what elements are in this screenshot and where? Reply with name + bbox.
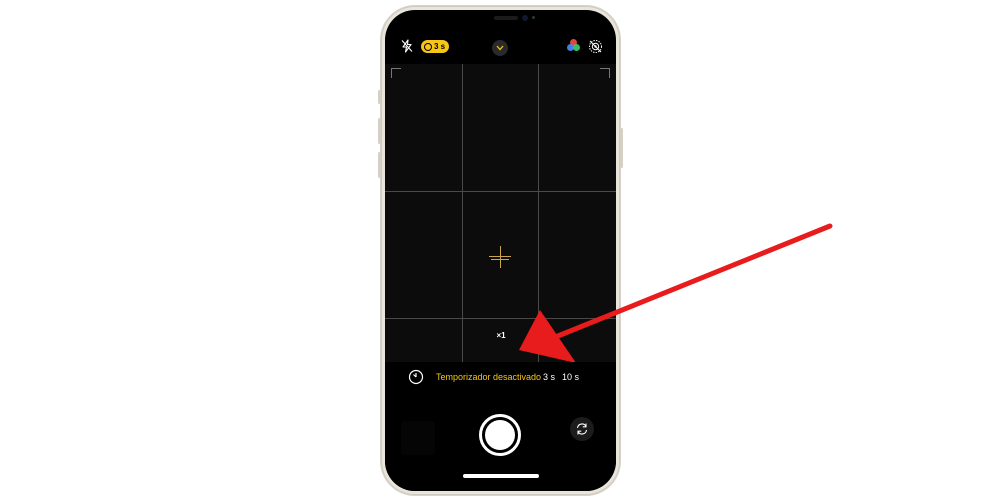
sensor-dot bbox=[532, 16, 535, 19]
grid-line-horizontal-1 bbox=[385, 191, 616, 192]
power-button bbox=[620, 128, 623, 168]
timer-option-3s[interactable]: 3 s bbox=[543, 372, 555, 382]
volume-down-button bbox=[378, 152, 381, 178]
volume-up-button bbox=[378, 118, 381, 144]
live-photo-off-icon[interactable] bbox=[587, 38, 603, 54]
timer-badge-label: 3 s bbox=[434, 42, 446, 51]
timer-options-bar: Temporizador desactivado 3 s 10 s bbox=[385, 362, 616, 392]
level-crosshair-icon bbox=[489, 246, 511, 268]
frame-corner-top-right bbox=[600, 68, 610, 78]
timer-option-off[interactable]: Temporizador desactivado bbox=[436, 372, 541, 382]
frame-corner-top-left bbox=[391, 68, 401, 78]
flash-off-icon[interactable] bbox=[399, 38, 415, 54]
timer-indicator-badge[interactable]: 3 s bbox=[421, 40, 450, 53]
chevron-up-icon[interactable] bbox=[492, 40, 508, 56]
front-camera bbox=[522, 15, 528, 21]
timer-icon bbox=[424, 42, 432, 51]
filters-icon[interactable] bbox=[567, 39, 581, 53]
camera-flip-icon[interactable] bbox=[570, 417, 594, 441]
last-photo-thumbnail[interactable] bbox=[401, 421, 435, 455]
timer-icon[interactable] bbox=[407, 368, 425, 386]
timer-option-10s[interactable]: 10 s bbox=[562, 372, 579, 382]
notch bbox=[476, 10, 554, 32]
home-indicator bbox=[463, 474, 539, 478]
earpiece-speaker bbox=[494, 16, 518, 20]
camera-screen: 3 s ×1 Temporizador desactivado 3 s 10 s bbox=[385, 10, 616, 491]
shutter-button[interactable] bbox=[479, 414, 521, 456]
silent-switch bbox=[378, 90, 381, 104]
grid-line-horizontal-2 bbox=[385, 318, 616, 319]
zoom-level-button[interactable]: ×1 bbox=[491, 331, 511, 340]
